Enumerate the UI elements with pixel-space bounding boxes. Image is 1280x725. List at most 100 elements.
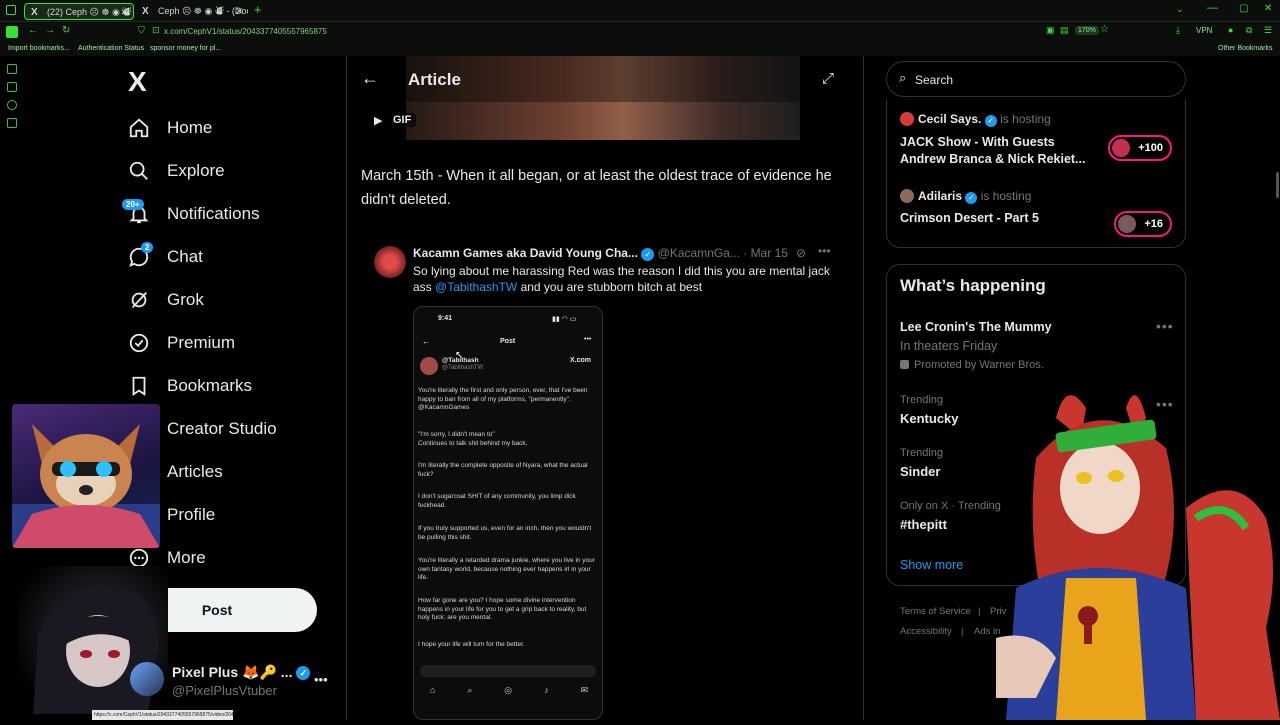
nav-item-home[interactable]: Home [128,110,212,146]
close-tab-icon[interactable]: ✕ [235,3,243,20]
embedded-screenshot[interactable]: 9:41 ▮▮ ◠ ▭ ← Post ••• @Tabithash @Tabit… [413,306,603,720]
phone-title: Post [500,338,516,345]
space-host-line: Cecil Says. ✓ is hosting [918,112,1051,127]
space-status: is hosting [1000,112,1051,126]
panel-shortcut-icon[interactable] [7,64,17,74]
close-tab-icon[interactable]: ✕ [120,4,128,19]
gif-badge: GIF [388,113,417,127]
account-more-icon[interactable]: ••• [314,672,328,687]
panel-history-icon[interactable] [7,100,17,110]
phone-home-icon: ⌂ [429,685,436,695]
account-display-name: Pixel Plus 🦊🔑 ... [172,664,293,680]
phone-search-icon: ⌕ [467,685,473,695]
shield-icon[interactable]: ⛉ [138,25,145,36]
search-icon [128,160,150,182]
footer-terms-link[interactable]: Terms of Service [900,606,971,617]
extensions-icon[interactable]: ⧉ [1246,25,1252,36]
trend-meta: Trending [900,447,944,459]
reader-icon[interactable]: ▣ [1046,25,1055,36]
nav-item-explore[interactable]: Explore [128,153,225,189]
mention-link[interactable]: @TabithashTW [435,280,517,294]
panel-shortcut-icon[interactable] [7,82,17,92]
embed-avatar[interactable] [374,246,406,278]
browser-tab-bar: X (22) Ceph ☹ ☸ ◉ ⛇ ✇ - (Doom ✕ X Ceph ☹… [0,0,1280,22]
zoom-level[interactable]: 170% [1075,26,1099,35]
space-status: is hosting [980,189,1032,203]
phone-back-icon: ← [422,337,430,346]
expand-icon[interactable]: ⤢ [822,70,834,87]
phone-tab-bar: ⌂ ⌕ ◎ ♪ ✉ [414,685,602,705]
phone-text-line: I hope your life will turn for the bette… [418,641,525,648]
url-field[interactable]: x.com/CephV1/status/2043377405557965875 [164,25,327,39]
back-arrow-icon[interactable]: ← [361,68,379,89]
verified-icon: ✓ [641,248,655,261]
embed-author-name[interactable]: Kacamn Games aka David Young Cha... [413,246,638,260]
raccoon-avatar-overlay [12,404,160,548]
maximize-icon[interactable]: ▢ [1239,3,1248,14]
x-logo[interactable]: X [128,66,147,98]
avatar[interactable] [130,662,164,696]
account-name[interactable]: Pixel Plus 🦊🔑 ... ✓ [172,664,311,681]
star-icon[interactable]: ☆ [1100,24,1109,35]
sidebar-toggle-icon[interactable] [6,5,16,15]
trend-name[interactable]: #thepitt [900,517,947,532]
promo-title[interactable]: Lee Cronin's The Mummy [900,320,1052,334]
bookmark-import[interactable]: Import bookmarks... [8,42,70,56]
embed-more-icon[interactable]: ••• [818,244,831,258]
nav-item-grok[interactable]: Grok [128,282,204,318]
new-tab-button[interactable]: + [254,2,262,17]
nav-item-bookmarks[interactable]: Bookmarks [128,368,252,404]
space-host[interactable]: Cecil Says. [918,112,981,126]
panel-notes-icon[interactable] [7,118,17,128]
account-handle: @PixelPlusVtuber [172,683,277,698]
minimize-icon[interactable]: — [1207,2,1218,14]
space-title[interactable]: JACK Show - With Guests Andrew Branca & … [900,134,1096,168]
article-paragraph: March 15th - When it all began, or at le… [361,168,832,208]
download-icon[interactable]: ⤓ [1176,25,1180,36]
close-window-icon[interactable]: ✕ [1264,3,1272,14]
trend-meta: Trending [900,394,944,406]
footer-accessibility-link[interactable]: Accessibility [900,626,952,637]
space-title[interactable]: Crimson Desert - Part 5 [900,211,1039,225]
bookmarks-bar: Import bookmarks... Authentication Statu… [0,42,1280,56]
trend-more-icon[interactable]: ••• [1156,318,1174,334]
screenshot-icon[interactable]: ▤ [1060,25,1069,36]
back-icon[interactable]: ← [28,25,38,36]
menu-icon[interactable]: ☰ [1264,25,1272,36]
other-bookmarks[interactable]: Other Bookmarks [1218,42,1272,56]
host-avatar [900,112,914,126]
phone-mail-icon: ✉ [580,685,589,695]
trend-name[interactable]: Sinder [900,464,940,479]
phone-bell-icon: ♪ [544,685,549,695]
page-scrollbar[interactable] [1276,172,1279,198]
embed-date[interactable]: · Mar 15 [743,246,788,260]
phone-text-line: If you truly supported us, even for an i… [418,525,592,541]
space-listener-count[interactable]: +100 [1108,135,1172,161]
space-host[interactable]: Adilaris [918,189,962,203]
search-input[interactable]: ⌕ Search [886,61,1186,97]
tab-list-icon[interactable]: ⌄ [1176,4,1184,15]
bookmark-auth-status[interactable]: Authentication Status [78,42,144,56]
grok-icon[interactable]: ⊘ [796,246,806,260]
trend-name[interactable]: Kentucky [900,411,959,426]
tab-inactive[interactable]: X Ceph ☹ ☸ ◉ ⛇ - (DoomCh ✕ [136,3,248,20]
nav-label: Premium [167,333,236,352]
phone-grok-icon: ◎ [504,685,513,695]
forward-icon[interactable]: → [45,25,55,36]
vpn-button[interactable]: VPN [1196,26,1212,35]
bookmark-sponsor[interactable]: sponsor money for pl... [150,42,221,56]
space-listener-count[interactable]: +16 [1114,211,1172,237]
phone-text-line: You're literally the first and only pers… [418,387,588,412]
nav-item-premium[interactable]: Premium [128,325,235,361]
embed-text-part: and you are stubborn bitch at best [517,280,703,294]
verified-icon: ✓ [984,115,997,127]
panel-icon[interactable] [6,26,18,38]
tab-active[interactable]: X (22) Ceph ☹ ☸ ◉ ⛇ ✇ - (Doom ✕ [24,3,134,20]
reload-icon[interactable]: ↻ [62,25,70,36]
fox-vtuber-overlay [996,378,1280,720]
search-placeholder: Search [915,73,954,87]
extension-icon[interactable]: ● [1228,25,1233,35]
embed-author-handle[interactable]: @KacamnGa... [658,246,740,260]
show-more-link[interactable]: Show more [900,558,963,572]
play-icon[interactable]: ▶ [374,114,382,127]
